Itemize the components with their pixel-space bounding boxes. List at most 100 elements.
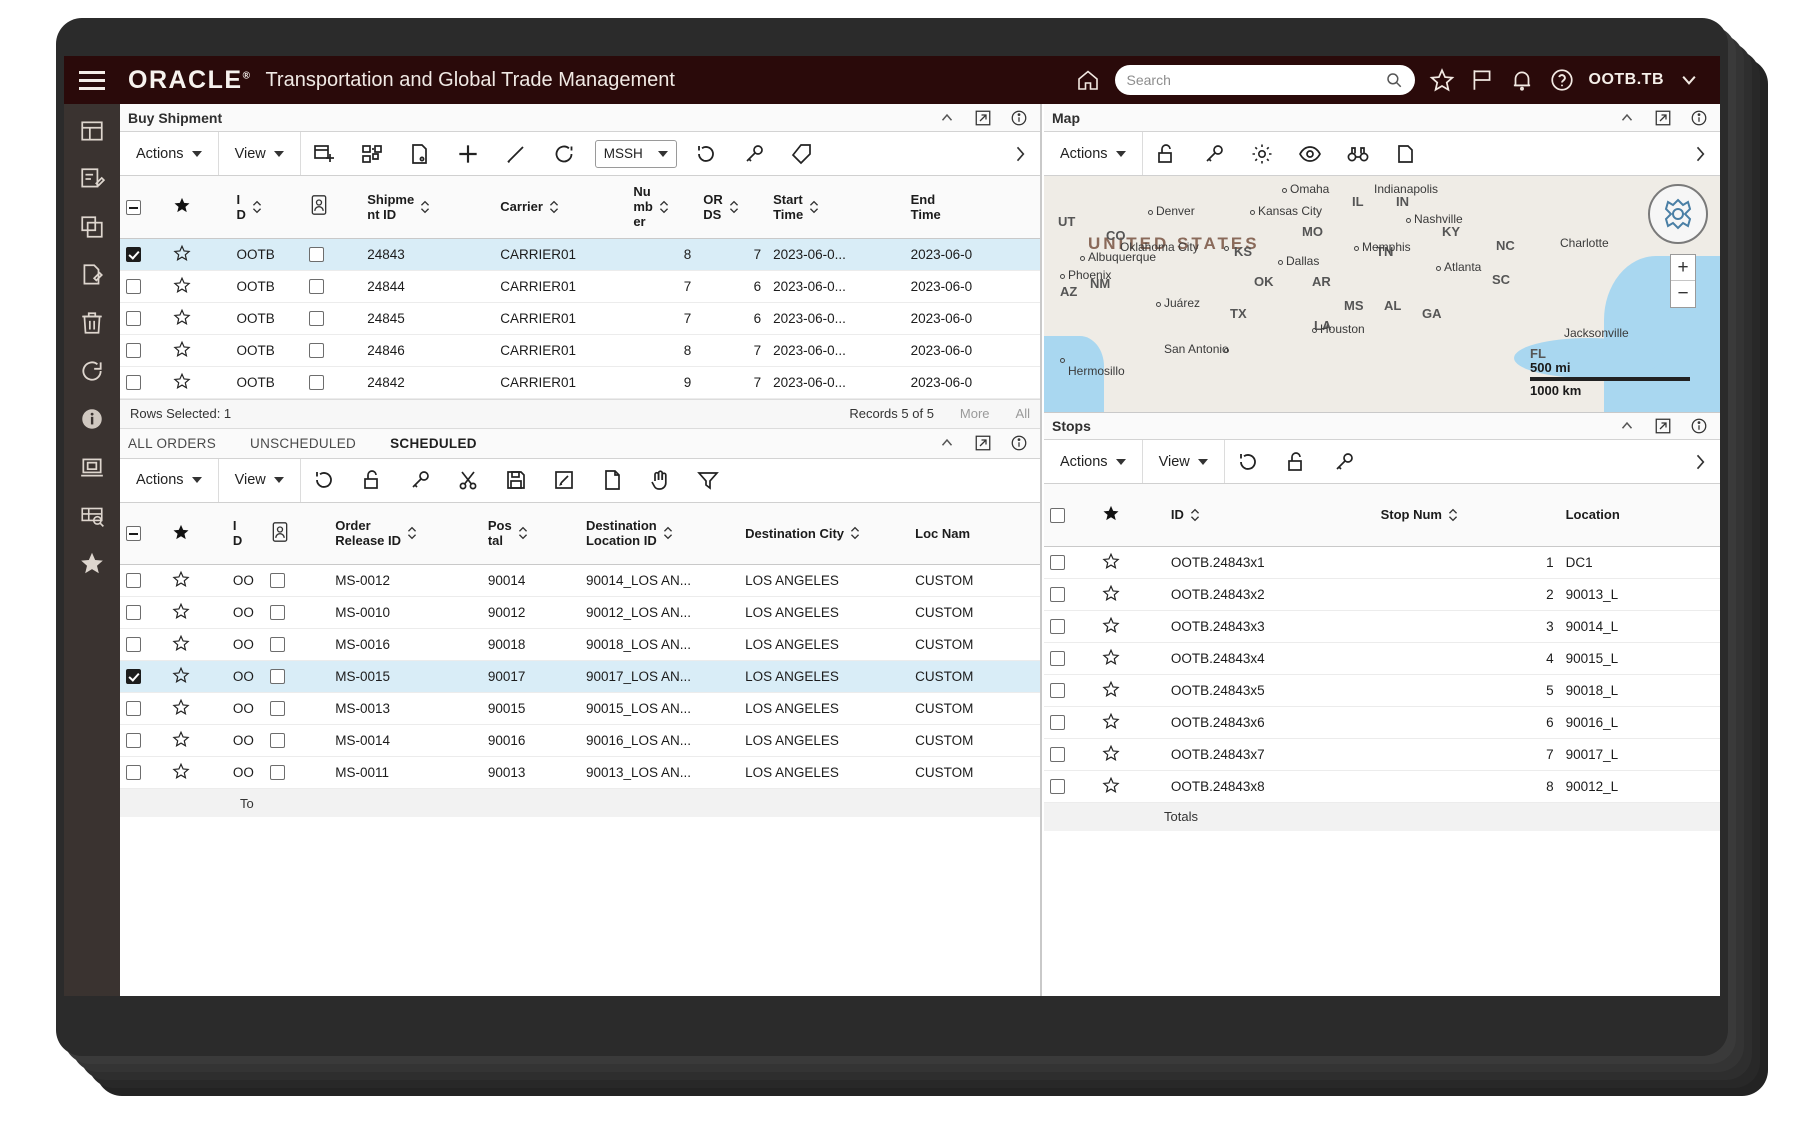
sort-icon[interactable]: [662, 525, 674, 541]
column-header-start-time[interactable]: StartTime: [767, 176, 905, 238]
shipment-filter-select[interactable]: MSSH: [595, 140, 677, 168]
stops-refresh-button[interactable]: [1225, 440, 1273, 483]
stops-actions-menu[interactable]: Actions: [1044, 440, 1143, 483]
map-compass-control[interactable]: [1648, 184, 1708, 244]
column-header-id[interactable]: ID: [230, 176, 302, 238]
table-row[interactable]: OOTB.24843x1 1 DC1: [1044, 546, 1720, 578]
cell-id[interactable]: OO: [227, 661, 264, 693]
edit-button[interactable]: [493, 132, 541, 175]
home-icon[interactable]: [1075, 68, 1101, 92]
orders-actions-menu[interactable]: Actions: [120, 459, 219, 502]
hamburger-icon[interactable]: [64, 56, 120, 104]
orders-key-button[interactable]: [397, 459, 445, 502]
info-icon[interactable]: [1690, 109, 1708, 127]
chevron-down-icon[interactable]: [1678, 70, 1700, 90]
row-flag-checkbox[interactable]: [270, 637, 285, 652]
table-row[interactable]: OOTB 24842 CARRIER01 9 7 2023-06-0... 20…: [120, 366, 1040, 398]
cell-location[interactable]: DC1: [1560, 546, 1720, 578]
sort-icon[interactable]: [548, 199, 560, 215]
select-all-checkbox[interactable]: [126, 526, 141, 541]
star-icon[interactable]: [1102, 744, 1120, 762]
row-checkbox[interactable]: [126, 733, 141, 748]
sort-icon[interactable]: [808, 199, 820, 215]
sort-icon[interactable]: [728, 199, 740, 215]
table-row[interactable]: OO MS-0012 90014 90014_LOS AN... LOS ANG…: [120, 565, 1040, 597]
map-layers-button[interactable]: [1383, 132, 1431, 175]
table-row[interactable]: OOTB.24843x6 6 90016_L: [1044, 706, 1720, 738]
tab-scheduled[interactable]: SCHEDULED: [390, 436, 477, 451]
cell-destination-location-id[interactable]: 90018_LOS AN...: [580, 629, 739, 661]
row-checkbox[interactable]: [126, 701, 141, 716]
cell-carrier[interactable]: CARRIER01: [494, 334, 627, 366]
table-row[interactable]: OOTB 24843 CARRIER01 8 7 2023-06-0... 20…: [120, 238, 1040, 270]
map-zoom-control[interactable]: + −: [1670, 254, 1696, 308]
column-header-id[interactable]: ID: [227, 503, 264, 565]
buy-shipment-toolbar-more[interactable]: [1002, 132, 1038, 175]
star-icon[interactable]: [173, 244, 191, 262]
refresh-button[interactable]: [541, 132, 589, 175]
sort-icon[interactable]: [406, 525, 418, 541]
star-icon[interactable]: [172, 634, 190, 652]
sort-icon[interactable]: [1447, 507, 1459, 523]
row-checkbox[interactable]: [1050, 683, 1065, 698]
row-checkbox[interactable]: [126, 247, 141, 262]
row-checkbox[interactable]: [1050, 715, 1065, 730]
cell-location[interactable]: 90016_L: [1560, 706, 1720, 738]
table-row[interactable]: OOTB.24843x7 7 90017_L: [1044, 738, 1720, 770]
cell-destination-location-id[interactable]: 90013_LOS AN...: [580, 757, 739, 789]
orders-edit-button[interactable]: [541, 459, 589, 502]
orders-save-button[interactable]: [493, 459, 541, 502]
star-icon[interactable]: [172, 698, 190, 716]
cell-location[interactable]: 90018_L: [1560, 674, 1720, 706]
trash-icon[interactable]: [79, 310, 105, 336]
row-flag-checkbox[interactable]: [309, 279, 324, 294]
row-checkbox[interactable]: [126, 343, 141, 358]
assign-button[interactable]: [349, 132, 397, 175]
table-row[interactable]: OO MS-0011 90013 90013_LOS AN... LOS ANG…: [120, 757, 1040, 789]
table-row[interactable]: OOTB.24843x2 2 90013_L: [1044, 578, 1720, 610]
cell-location[interactable]: 90015_L: [1560, 642, 1720, 674]
table-row[interactable]: OO MS-0016 90018 90018_LOS AN... LOS ANG…: [120, 629, 1040, 661]
star-icon[interactable]: [1102, 584, 1120, 602]
star-icon[interactable]: [79, 550, 105, 576]
row-checkbox[interactable]: [126, 637, 141, 652]
info-icon[interactable]: [1010, 434, 1028, 452]
favorites-star-icon[interactable]: [1429, 67, 1455, 93]
more-link[interactable]: More: [960, 406, 990, 421]
star-icon[interactable]: [173, 372, 191, 390]
orders-filter-button[interactable]: [685, 459, 733, 502]
row-flag-checkbox[interactable]: [309, 343, 324, 358]
sort-icon[interactable]: [517, 525, 529, 541]
add-button[interactable]: [445, 132, 493, 175]
tab-unscheduled[interactable]: UNSCHEDULED: [250, 436, 356, 451]
add-row-button[interactable]: [301, 132, 349, 175]
table-row[interactable]: OOTB.24843x4 4 90015_L: [1044, 642, 1720, 674]
row-flag-checkbox[interactable]: [270, 733, 285, 748]
sort-icon[interactable]: [1189, 507, 1201, 523]
screen-icon[interactable]: [79, 454, 105, 480]
star-icon[interactable]: [1102, 712, 1120, 730]
row-checkbox[interactable]: [126, 311, 141, 326]
cell-stop-id[interactable]: OOTB.24843x5: [1165, 674, 1375, 706]
cell-destination-location-id[interactable]: 90015_LOS AN...: [580, 693, 739, 725]
stops-view-menu[interactable]: View: [1143, 440, 1225, 483]
cell-id[interactable]: OO: [227, 725, 264, 757]
star-icon[interactable]: [173, 308, 191, 326]
cell-stop-id[interactable]: OOTB.24843x7: [1165, 738, 1375, 770]
star-icon[interactable]: [1102, 616, 1120, 634]
cell-id[interactable]: OOTB: [230, 302, 302, 334]
cell-stop-id[interactable]: OOTB.24843x4: [1165, 642, 1375, 674]
expand-window-icon[interactable]: [1654, 109, 1672, 127]
column-header-carrier[interactable]: Carrier: [494, 176, 627, 238]
row-checkbox[interactable]: [126, 669, 141, 684]
table-row[interactable]: OOTB.24843x8 8 90012_L: [1044, 770, 1720, 802]
table-row[interactable]: OO MS-0013 90015 90015_LOS AN... LOS ANG…: [120, 693, 1040, 725]
cell-stop-id[interactable]: OOTB.24843x3: [1165, 610, 1375, 642]
table-row[interactable]: OO MS-0014 90016 90016_LOS AN... LOS ANG…: [120, 725, 1040, 757]
cell-carrier[interactable]: CARRIER01: [494, 238, 627, 270]
expand-window-icon[interactable]: [974, 109, 992, 127]
star-icon[interactable]: [172, 730, 190, 748]
orders-unlock-button[interactable]: [349, 459, 397, 502]
table-row[interactable]: OOTB 24846 CARRIER01 8 7 2023-06-0... 20…: [120, 334, 1040, 366]
cell-stop-id[interactable]: OOTB.24843x1: [1165, 546, 1375, 578]
